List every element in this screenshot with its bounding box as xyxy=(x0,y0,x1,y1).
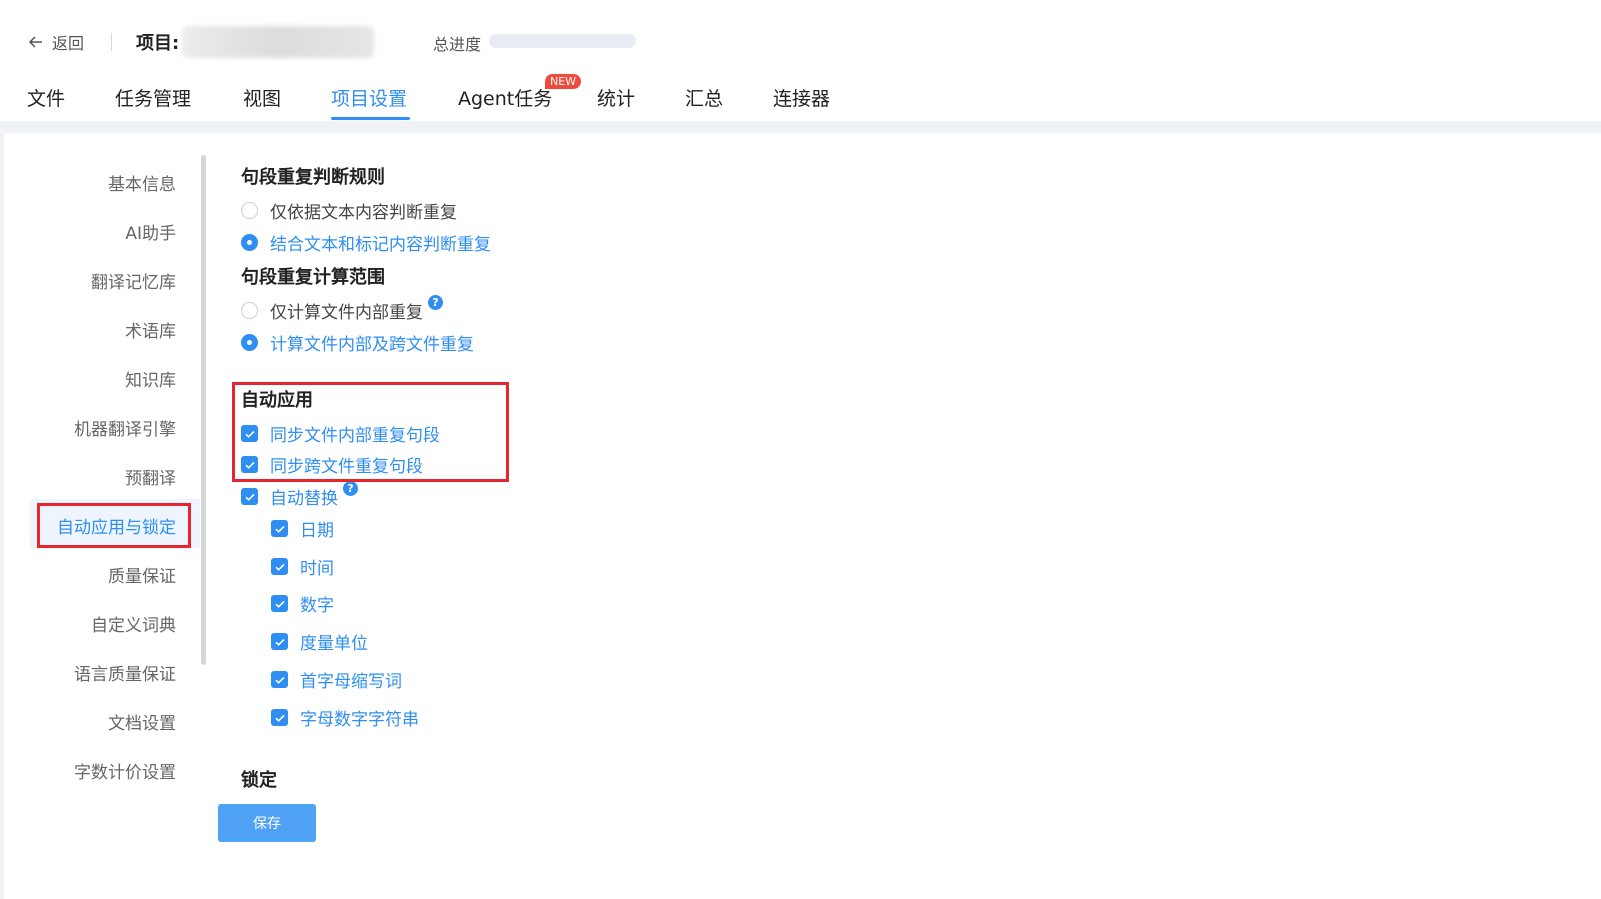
new-badge: NEW xyxy=(545,74,582,89)
progress-label: 总进度 xyxy=(433,35,482,54)
option-label: 字母数字字符串 xyxy=(300,710,419,730)
highlight-box-auto-apply xyxy=(232,382,509,482)
sidebar-item-ai-assistant[interactable]: AI助手 xyxy=(125,219,176,244)
auto-replace-units[interactable]: 度量单位 xyxy=(271,629,368,654)
highlight-box-sidebar xyxy=(37,503,191,548)
checkbox-checked[interactable] xyxy=(271,595,288,612)
option-label: 时间 xyxy=(300,559,334,579)
auto-replace-acronyms[interactable]: 首字母缩写词 xyxy=(271,667,402,692)
check-icon xyxy=(274,638,285,646)
dup-rule-option-text-only[interactable]: 仅依据文本内容判断重复 xyxy=(241,198,457,223)
sidebar-scrollbar[interactable] xyxy=(201,155,206,665)
checkbox-checked[interactable] xyxy=(271,520,288,537)
option-label: 仅依据文本内容判断重复 xyxy=(270,203,457,223)
option-label: 仅计算文件内部重复 xyxy=(270,303,423,323)
auto-replace-alphanumeric[interactable]: 字母数字字符串 xyxy=(271,705,419,730)
sidebar-item-mt-engine[interactable]: 机器翻译引擎 xyxy=(74,415,176,440)
option-label: 自动替换 xyxy=(270,489,338,509)
progress-bar xyxy=(489,34,636,48)
radio-unselected[interactable] xyxy=(241,302,258,319)
sidebar-item-termbase[interactable]: 术语库 xyxy=(125,317,176,342)
main-tabs: 文件 任务管理 视图 项目设置 Agent任务 NEW 统计 汇总 连接器 xyxy=(0,74,1601,122)
option-label: 结合文本和标记内容判断重复 xyxy=(270,235,491,255)
sidebar-item-document-settings[interactable]: 文档设置 xyxy=(108,709,176,734)
project-label: 项目: xyxy=(136,33,180,54)
option-label: 日期 xyxy=(300,521,334,541)
dup-scope-option-internal[interactable]: 仅计算文件内部重复 ? xyxy=(241,295,443,323)
check-icon xyxy=(274,600,285,608)
sidebar-item-custom-dictionary[interactable]: 自定义词典 xyxy=(91,611,176,636)
tab-view[interactable]: 视图 xyxy=(243,84,281,111)
sidebar-item-pretranslate[interactable]: 预翻译 xyxy=(125,464,176,489)
radio-unselected[interactable] xyxy=(241,202,258,219)
sidebar-item-translation-memory[interactable]: 翻译记忆库 xyxy=(91,268,176,293)
back-button[interactable]: 返回 xyxy=(28,30,84,54)
back-label: 返回 xyxy=(52,34,85,53)
checkbox-checked[interactable] xyxy=(271,709,288,726)
sidebar-item-basic-info[interactable]: 基本信息 xyxy=(108,170,176,195)
sidebar-item-knowledge-base[interactable]: 知识库 xyxy=(125,366,176,391)
auto-replace-date[interactable]: 日期 xyxy=(271,516,334,541)
checkbox-checked[interactable] xyxy=(271,671,288,688)
auto-apply-auto-replace[interactable]: 自动替换 ? xyxy=(241,481,358,509)
radio-selected[interactable] xyxy=(241,234,258,251)
tab-statistics[interactable]: 统计 xyxy=(597,84,635,111)
tab-files[interactable]: 文件 xyxy=(27,84,65,111)
project-name-redacted xyxy=(182,26,374,58)
tab-project-settings[interactable]: 项目设置 xyxy=(331,84,407,111)
dup-rule-title: 句段重复判断规则 xyxy=(241,167,385,188)
check-icon xyxy=(244,493,255,501)
header-separator xyxy=(0,121,1601,133)
radio-selected[interactable] xyxy=(241,334,258,351)
sidebar-item-word-count-pricing[interactable]: 字数计价设置 xyxy=(74,758,176,783)
checkbox-checked[interactable] xyxy=(271,633,288,650)
check-icon xyxy=(274,525,285,533)
option-label: 计算文件内部及跨文件重复 xyxy=(270,335,474,355)
arrow-left-icon xyxy=(28,36,42,48)
settings-sidebar: 基本信息 AI助手 翻译记忆库 术语库 知识库 机器翻译引擎 预翻译 自动应用与… xyxy=(0,133,205,793)
option-label: 度量单位 xyxy=(300,634,368,654)
active-tab-indicator xyxy=(331,117,410,120)
help-icon[interactable]: ? xyxy=(428,295,443,310)
check-icon xyxy=(274,676,285,684)
lock-title: 锁定 xyxy=(241,770,277,791)
auto-replace-number[interactable]: 数字 xyxy=(271,591,334,616)
option-label: 首字母缩写词 xyxy=(300,672,402,692)
save-button[interactable]: 保存 xyxy=(218,804,316,842)
checkbox-checked[interactable] xyxy=(241,488,258,505)
tab-agent-tasks[interactable]: Agent任务 xyxy=(458,84,552,111)
checkbox-checked[interactable] xyxy=(271,558,288,575)
dup-rule-option-text-and-tags[interactable]: 结合文本和标记内容判断重复 xyxy=(241,230,491,255)
tab-task-management[interactable]: 任务管理 xyxy=(115,84,191,111)
help-icon[interactable]: ? xyxy=(343,481,358,496)
sidebar-item-quality-assurance[interactable]: 质量保证 xyxy=(108,562,176,587)
header-divider xyxy=(111,33,112,51)
auto-replace-time[interactable]: 时间 xyxy=(271,554,334,579)
sidebar-item-lqa[interactable]: 语言质量保证 xyxy=(74,660,176,685)
dup-scope-title: 句段重复计算范围 xyxy=(241,267,385,288)
check-icon xyxy=(274,563,285,571)
check-icon xyxy=(274,714,285,722)
option-label: 数字 xyxy=(300,596,334,616)
tab-summary[interactable]: 汇总 xyxy=(685,84,723,111)
tab-connectors[interactable]: 连接器 xyxy=(773,84,830,111)
dup-scope-option-cross-file[interactable]: 计算文件内部及跨文件重复 xyxy=(241,330,474,355)
